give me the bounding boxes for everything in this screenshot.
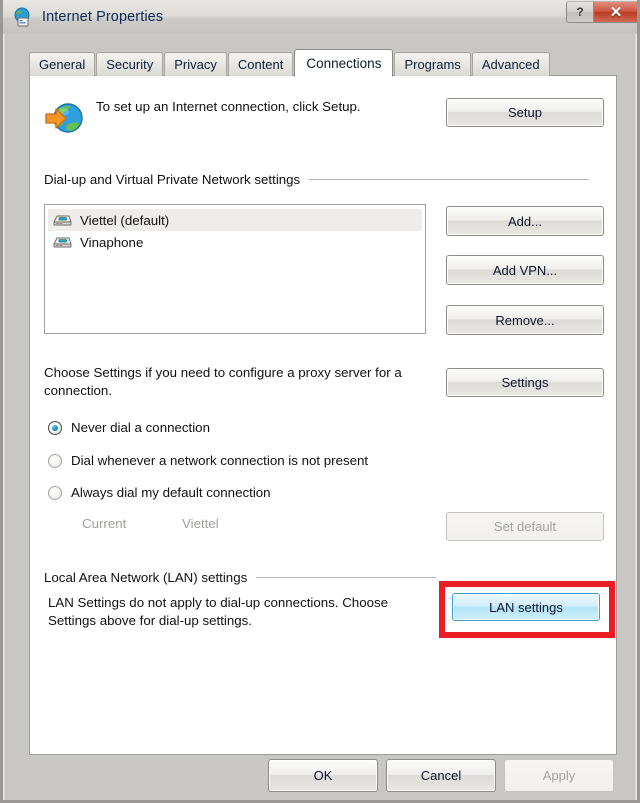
remove-button[interactable]: Remove...: [446, 305, 604, 335]
help-button[interactable]: ?: [566, 1, 594, 23]
radio-label: Always dial my default connection: [71, 485, 271, 500]
settings-button[interactable]: Settings: [446, 368, 604, 397]
ok-button[interactable]: OK: [268, 759, 378, 792]
lan-settings-button[interactable]: LAN settings: [452, 593, 600, 621]
caption-buttons: ? ✕: [566, 1, 637, 23]
dialup-group-label: Dial-up and Virtual Private Network sett…: [44, 172, 301, 187]
lan-description-text: LAN Settings do not apply to dial-up con…: [48, 595, 389, 628]
close-icon[interactable]: ✕: [593, 1, 637, 23]
cancel-button[interactable]: Cancel: [386, 759, 496, 792]
radio-dial-whenever[interactable]: Dial whenever a network connection is no…: [48, 453, 368, 468]
tab-strip: General Security Privacy Content Connect…: [29, 49, 617, 77]
radio-label: Never dial a connection: [71, 420, 210, 435]
tab-privacy[interactable]: Privacy: [164, 52, 227, 76]
group-divider: [256, 577, 437, 578]
internet-properties-window: Internet Properties ? ✕ General Security…: [0, 0, 640, 803]
list-item-label: Viettel (default): [80, 212, 170, 228]
internet-properties-icon: [13, 7, 33, 27]
apply-button[interactable]: Apply: [504, 759, 614, 792]
connections-tab-panel: To set up an Internet connection, click …: [29, 75, 617, 755]
current-label: Current: [82, 516, 127, 531]
add-vpn-button[interactable]: Add VPN...: [446, 255, 604, 285]
setup-button[interactable]: Setup: [446, 98, 604, 127]
radio-indicator: [48, 453, 62, 468]
globe-with-arrow-icon: [44, 100, 84, 138]
modem-icon: [52, 234, 72, 250]
list-item[interactable]: Vinaphone: [48, 231, 422, 253]
dialup-group-header: Dial-up and Virtual Private Network sett…: [44, 172, 604, 187]
tab-general[interactable]: General: [29, 52, 96, 76]
window-title: Internet Properties: [42, 9, 164, 25]
radio-indicator: [48, 485, 62, 500]
setup-intro-text: To set up an Internet connection, click …: [96, 99, 361, 114]
proxy-description-text: Choose Settings if you need to configure…: [44, 365, 402, 398]
radio-label: Dial whenever a network connection is no…: [71, 453, 369, 468]
title-bar: Internet Properties ? ✕: [3, 0, 637, 34]
current-value: Viettel: [182, 516, 219, 531]
tab-security[interactable]: Security: [96, 52, 164, 76]
add-button[interactable]: Add...: [446, 206, 604, 236]
connections-list[interactable]: Viettel (default) Vinaphone: [44, 204, 426, 334]
lan-group-header: Local Area Network (LAN) settings: [44, 570, 604, 585]
modem-icon: [52, 212, 72, 228]
lan-group-label: Local Area Network (LAN) settings: [44, 570, 248, 585]
tab-programs[interactable]: Programs: [394, 52, 471, 76]
group-divider: [309, 179, 590, 180]
tab-content[interactable]: Content: [227, 52, 294, 76]
list-item-label: Vinaphone: [80, 234, 144, 250]
tab-advanced[interactable]: Advanced: [471, 52, 550, 76]
tab-connections[interactable]: Connections: [294, 49, 394, 77]
radio-indicator-selected: [48, 420, 62, 435]
radio-always-dial[interactable]: Always dial my default connection: [48, 485, 271, 500]
list-item[interactable]: Viettel (default): [48, 209, 422, 231]
radio-never-dial[interactable]: Never dial a connection: [48, 420, 210, 435]
set-default-button[interactable]: Set default: [446, 512, 604, 541]
